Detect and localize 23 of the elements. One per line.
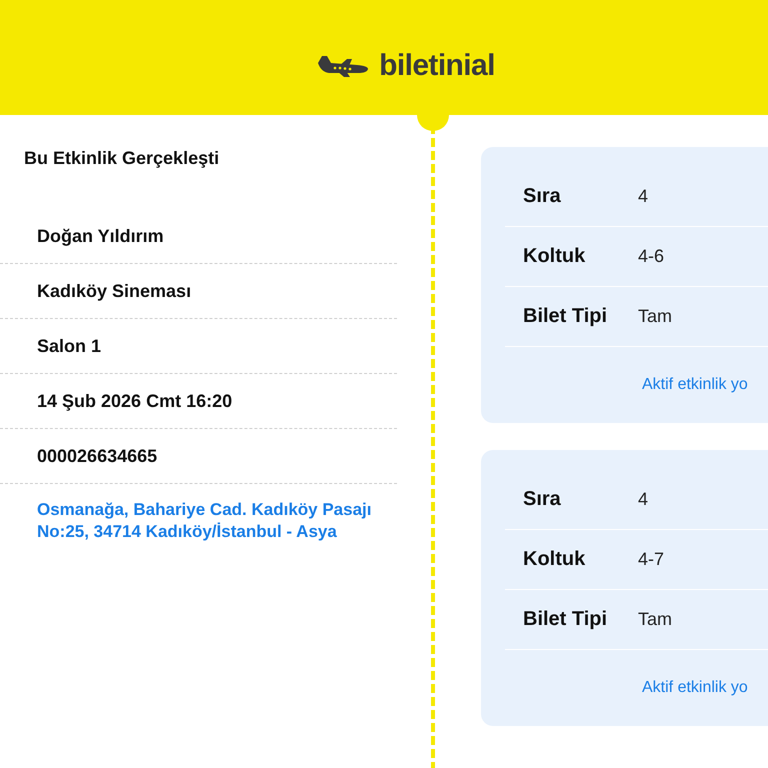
event-status-text: Bu Etkinlik Gerçekleşti — [24, 147, 220, 169]
airplane-icon — [317, 54, 370, 78]
event-detail-text: Salon 1 — [37, 336, 102, 356]
address-link[interactable]: Osmanağa, Bahariye Cad. Kadıköy Pasajı No:25, 34714 Kadıköy/İstanbul - Asya — [37, 499, 382, 543]
seat-info-value: 4 — [638, 489, 648, 510]
seat-info-label: Bilet Tipi — [523, 305, 608, 328]
seat-info-value: 4-7 — [638, 549, 664, 570]
seat-info-value: Tam — [638, 306, 672, 327]
seat-info-label: Koltuk — [523, 245, 586, 268]
seat-info-label: Sıra — [523, 185, 562, 208]
ticket-status-link[interactable]: Aktif etkinlik yo — [642, 679, 748, 697]
seat-info-value: Tam — [638, 609, 672, 630]
seat-info-label: Koltuk — [523, 548, 586, 571]
event-detail-text: Doğan Yıldırım — [37, 226, 164, 246]
seat-info-value: 4 — [638, 186, 648, 207]
logo-wordmark: biletinial — [379, 48, 495, 82]
seat-info-label: Bilet Tipi — [523, 608, 608, 631]
event-detail-text: 000026634665 — [37, 446, 158, 466]
ticket-status-link[interactable]: Aktif etkinlik yo — [642, 376, 748, 394]
event-detail-text: Kadıköy Sineması — [37, 280, 192, 302]
seat-info-value: 4-6 — [638, 246, 664, 267]
event-detail-text: 14 Şub 2026 Cmt 16:20 — [37, 390, 232, 412]
seat-info-label: Sıra — [523, 488, 562, 511]
